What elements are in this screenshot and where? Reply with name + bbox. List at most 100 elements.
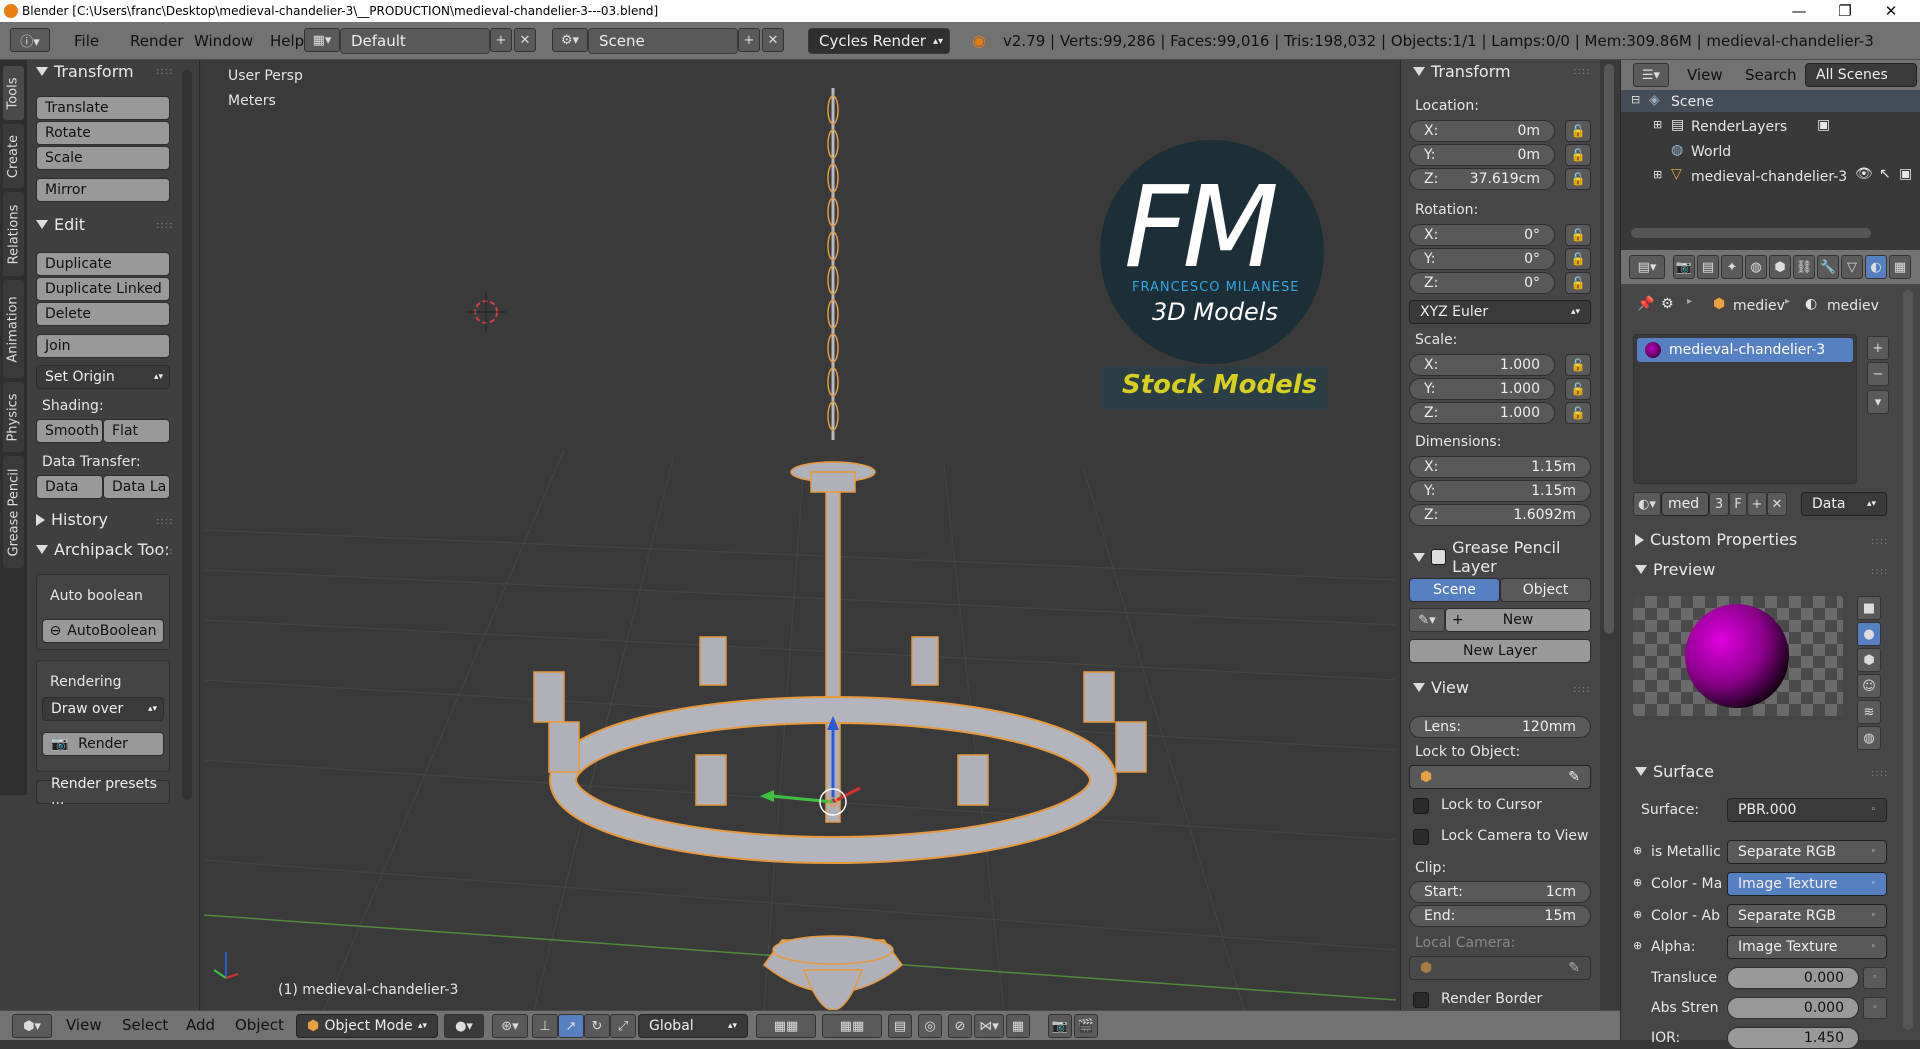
mirror-button[interactable]: Mirror (36, 178, 170, 202)
unlink-material-icon[interactable]: ✕ (1767, 492, 1787, 516)
preview-header[interactable]: Preview (1635, 560, 1715, 579)
edit-panel-header[interactable]: Edit (36, 215, 85, 234)
3d-viewport[interactable]: User Persp Meters (1) medieval-chandelie… (204, 60, 1396, 1010)
snap-target-icon[interactable]: ▦ (1006, 1014, 1030, 1038)
add-slot-icon[interactable]: + (1867, 336, 1889, 360)
auto-boolean-button[interactable]: ⊖ AutoBoolean (42, 619, 164, 643)
expand-input-icon[interactable]: ⊕ (1633, 844, 1642, 857)
tab-create[interactable]: Create (3, 124, 24, 188)
expand-icon[interactable]: ⊞ (1653, 168, 1662, 181)
archipack-panel-header[interactable]: Archipack Too: (36, 540, 170, 559)
layers-grid-icon[interactable]: ▦▦ (756, 1014, 816, 1038)
render-image-icon[interactable]: 📷 (1048, 1014, 1072, 1038)
material-tab-icon[interactable]: ◐ (1865, 255, 1887, 279)
preview-monkey-icon[interactable]: ☺ (1857, 674, 1881, 698)
alpha-input[interactable]: Image Texture ◦ (1727, 935, 1887, 959)
lock-cursor-checkbox[interactable] (1413, 798, 1429, 814)
translate-button[interactable]: Translate (36, 96, 170, 120)
slot-specials-icon[interactable]: ▾ (1867, 390, 1889, 414)
properties-scrollbar[interactable] (1903, 290, 1913, 1030)
remove-slot-icon[interactable]: − (1867, 362, 1889, 386)
tab-grease-pencil[interactable]: Grease Pencil (3, 456, 24, 568)
preview-flat-icon[interactable]: ■ (1857, 596, 1881, 620)
is-metallic-input[interactable]: Separate RGB ◦ (1727, 840, 1887, 864)
expand-input-icon[interactable]: ⊕ (1633, 876, 1642, 889)
manipulator-toggle-icon[interactable]: ⊥ (532, 1014, 558, 1038)
dimensions-x-field[interactable]: X: 1.15m (1409, 456, 1591, 478)
view-panel-header[interactable]: View (1413, 678, 1469, 697)
scale-y-field[interactable]: Y: 1.000 (1409, 378, 1555, 400)
tab-tools[interactable]: Tools (3, 66, 24, 120)
render-engine-select[interactable]: Cycles Render ▴▾ (808, 28, 950, 54)
rotation-z-field[interactable]: Z: 0° (1409, 272, 1555, 294)
outliner-chandelier[interactable]: medieval-chandelier-3 (1691, 169, 1847, 185)
outliner-world[interactable]: World (1691, 144, 1731, 160)
viewport-shading-icon[interactable]: ●▾ (444, 1014, 484, 1038)
npanel-scrollbar[interactable] (1604, 64, 1614, 634)
snap-toggle-icon[interactable]: ⊘ (948, 1014, 972, 1038)
screen-layout-select[interactable]: Default (340, 28, 490, 54)
grease-pencil-checkbox[interactable] (1431, 549, 1447, 565)
menu-view[interactable]: View (66, 1016, 102, 1034)
panel-grip-icon[interactable]: :::: (156, 516, 173, 527)
remove-scene-icon[interactable]: ✕ (762, 28, 784, 52)
expand-input-icon[interactable]: ⊕ (1633, 939, 1642, 952)
collapse-icon[interactable]: ⊟ (1631, 93, 1640, 106)
location-z-field[interactable]: Z: 37.619cm (1409, 168, 1555, 190)
modifiers-tab-icon[interactable]: 🔧 (1817, 255, 1839, 279)
clip-start-field[interactable]: Start: 1cm (1409, 881, 1591, 903)
proportional-edit-icon[interactable]: ◎ (918, 1014, 942, 1038)
gp-object-button[interactable]: Object (1500, 578, 1591, 602)
preview-cube-icon[interactable]: ⬢ (1857, 648, 1881, 672)
menu-add[interactable]: Add (186, 1016, 215, 1034)
lens-field[interactable]: Lens: 120mm (1409, 716, 1591, 738)
scene-select[interactable]: Scene (588, 28, 738, 54)
rotation-x-field[interactable]: X: 0° (1409, 224, 1555, 246)
orientation-select[interactable]: Global ▴▾ (638, 1014, 748, 1038)
lock-camera-checkbox[interactable] (1413, 829, 1429, 845)
link-socket-icon[interactable]: ◦ (1863, 997, 1887, 1019)
fake-user-button[interactable]: F (1729, 492, 1747, 516)
cursor-select-icon[interactable]: ↖ (1879, 166, 1891, 182)
render-layer-toggle-icon[interactable]: ▣ (1817, 117, 1830, 133)
surface-shader-select[interactable]: PBR.000 ◦ (1727, 798, 1887, 822)
dimensions-z-field[interactable]: Z: 1.6092m (1409, 504, 1591, 526)
history-panel-header[interactable]: History (36, 510, 108, 529)
properties-editor-icon[interactable]: ▤▾ (1629, 255, 1665, 279)
translate-manipulator-icon[interactable]: ↗ (558, 1014, 584, 1038)
screen-layout-icon[interactable]: ▦▾ (304, 28, 340, 52)
custom-properties-header[interactable]: Custom Properties (1635, 530, 1797, 549)
expand-input-icon[interactable]: ⊕ (1633, 908, 1642, 921)
layers-grid-icon[interactable]: ▦▦ (822, 1014, 882, 1038)
lock-layers-icon[interactable]: ▤ (888, 1014, 912, 1038)
gp-new-button[interactable]: + New (1445, 608, 1591, 632)
constraints-tab-icon[interactable]: ⛓ (1793, 255, 1815, 279)
menu-window[interactable]: Window (180, 32, 267, 50)
lock-icon[interactable]: 🔓 (1565, 120, 1591, 142)
surface-header[interactable]: Surface (1635, 762, 1714, 781)
data-transfer-button[interactable]: Data (36, 475, 103, 499)
material-browse-icon[interactable]: ◐▾ (1633, 492, 1661, 516)
panel-grip-icon[interactable]: :::: (156, 220, 173, 231)
preview-world-icon[interactable]: ◍ (1857, 726, 1881, 750)
data-tab-icon[interactable]: ▽ (1841, 255, 1863, 279)
draw-over-select[interactable]: Draw over ▴▾ (42, 697, 164, 721)
join-button[interactable]: Join (36, 334, 170, 358)
expand-icon[interactable]: ⊞ (1653, 118, 1662, 131)
lock-icon[interactable]: 🔓 (1565, 402, 1591, 424)
pencil-icon[interactable]: ✎▾ (1409, 608, 1445, 632)
render-tab-icon[interactable]: 📷 (1673, 255, 1695, 279)
dimensions-y-field[interactable]: Y: 1.15m (1409, 480, 1591, 502)
panel-grip-icon[interactable]: :::: (156, 546, 173, 557)
set-origin-select[interactable]: Set Origin ▴▾ (36, 365, 170, 389)
eye-icon[interactable]: 👁 (1855, 166, 1873, 182)
pivot-point-icon[interactable]: ⊛▾ (492, 1014, 528, 1038)
render-presets-button[interactable]: Render presets ... (36, 776, 170, 808)
data-layout-button[interactable]: Data La (103, 475, 170, 499)
display-mode-select[interactable]: All Scenes (1805, 63, 1917, 87)
lock-icon[interactable]: 🔓 (1565, 168, 1591, 190)
panel-grip-icon[interactable]: :::: (1871, 768, 1888, 779)
preview-hair-icon[interactable]: ≋ (1857, 700, 1881, 724)
tool-shelf-scrollbar[interactable] (182, 70, 192, 800)
texture-tab-icon[interactable]: ▦ (1889, 255, 1911, 279)
